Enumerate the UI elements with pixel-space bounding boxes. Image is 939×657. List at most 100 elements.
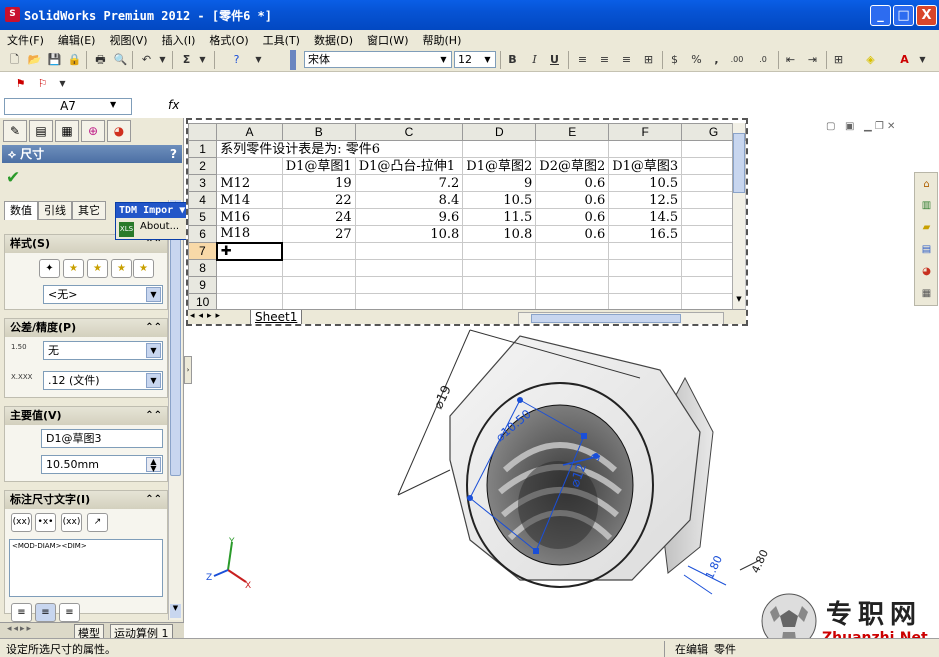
autosum-dropdown-icon[interactable]: ▼ [194, 51, 211, 68]
scroll-thumb[interactable] [531, 314, 681, 323]
cell[interactable] [354, 259, 464, 277]
tab-leaders[interactable]: 引线 [38, 201, 72, 220]
menu-format[interactable]: 格式(O) [202, 30, 255, 48]
cell[interactable] [216, 157, 283, 175]
cell[interactable] [608, 140, 683, 158]
cell[interactable] [354, 293, 464, 311]
feature-manager-tab-icon[interactable]: ✎ [3, 120, 27, 142]
fill-color-icon[interactable]: ◈ [862, 51, 879, 68]
restore-icon[interactable]: ▢ [826, 121, 835, 132]
appearance-icon[interactable]: ◕ [918, 263, 935, 280]
collapse-icon[interactable]: ⌃⌃ [145, 491, 162, 509]
tolerance-section-header[interactable]: 公差/精度(P) ⌃⌃ [5, 319, 167, 337]
cell[interactable] [281, 293, 356, 311]
style-combo[interactable]: <无> ▼ [43, 285, 163, 304]
add-style-icon[interactable]: ★ [63, 259, 84, 278]
cell[interactable] [535, 242, 610, 260]
chart-wizard-icon[interactable]: ⚑ [12, 75, 29, 92]
cell[interactable]: D1@草图1 [281, 157, 356, 175]
home-icon[interactable]: ⌂ [918, 176, 935, 193]
map-icon[interactable]: ⚐ [34, 75, 51, 92]
menu-data[interactable]: 数据(D) [307, 30, 360, 48]
display-manager-tab-icon[interactable]: ◕ [107, 120, 131, 142]
apply-style-icon[interactable]: ✦ [39, 259, 60, 278]
font-name-combo[interactable]: 宋体 ▼ [304, 51, 452, 68]
bold-button[interactable]: B [504, 51, 521, 68]
cell[interactable]: 8.4 [354, 191, 464, 209]
row-header[interactable]: 9 [188, 276, 218, 294]
cell[interactable] [608, 276, 683, 294]
cell[interactable] [281, 259, 356, 277]
cell[interactable]: 12.5 [608, 191, 683, 209]
maximize-button[interactable]: □ [893, 5, 914, 26]
column-header[interactable]: A [216, 123, 283, 141]
cell[interactable]: D2@草图2 [535, 157, 610, 175]
column-header[interactable]: B [281, 123, 356, 141]
permission-icon[interactable]: 🔒 [66, 51, 83, 68]
property-manager-tab-icon[interactable]: ▤ [29, 120, 53, 142]
menu-window[interactable]: 窗口(W) [360, 30, 415, 48]
row-header[interactable]: 8 [188, 259, 218, 277]
scroll-down-icon[interactable]: ▼ [170, 604, 181, 618]
cell[interactable] [535, 293, 610, 311]
cell[interactable]: 0.6 [535, 174, 610, 192]
column-header[interactable]: D [462, 123, 537, 141]
tab-other[interactable]: 其它 [72, 201, 106, 220]
cell[interactable] [462, 276, 537, 294]
menu-help[interactable]: 帮助(H) [416, 30, 469, 48]
row-header[interactable]: 4 [188, 191, 218, 209]
hex-nut-model[interactable] [449, 335, 714, 588]
delete-style-icon[interactable]: ★ [87, 259, 108, 278]
cell[interactable] [608, 259, 683, 277]
cell[interactable] [535, 259, 610, 277]
cell[interactable] [281, 276, 356, 294]
toolbar2-options-icon[interactable]: ▼ [54, 75, 71, 92]
save-style-icon[interactable]: ★ [111, 259, 132, 278]
precision-combo[interactable]: .12 (文件) ▼ [43, 371, 163, 390]
spin-button[interactable]: ▲ ▼ [146, 457, 161, 473]
property-manager-scrollbar[interactable]: ▲ ▼ [168, 200, 182, 620]
dim-label-diameter-19[interactable]: ⌀19 [431, 383, 455, 411]
file-explorer-icon[interactable]: ▰ [918, 219, 935, 236]
minimize-button[interactable]: _ [870, 5, 891, 26]
menu-insert[interactable]: 插入(I) [155, 30, 203, 48]
row-header[interactable]: 1 [188, 140, 218, 158]
cell[interactable]: 10.5 [608, 174, 683, 192]
view-palette-icon[interactable]: ▤ [918, 241, 935, 258]
sheet-tab[interactable]: Sheet1 [250, 310, 303, 324]
cell[interactable]: 27 [281, 225, 356, 243]
row-header[interactable]: 6 [188, 225, 218, 243]
dimxpert-tab-icon[interactable]: ⊕ [81, 120, 105, 142]
align-left-icon[interactable]: ≡ [11, 603, 32, 622]
cell[interactable]: 7.2 [354, 174, 464, 192]
minimize-icon[interactable]: ▁ [864, 121, 872, 132]
close-icon[interactable]: ✕ [887, 121, 895, 132]
percent-button[interactable]: % [688, 51, 705, 68]
dimension-text-area[interactable]: <MOD-DIAM><DIM> [9, 539, 163, 597]
tile-icon[interactable]: ▣ [845, 121, 854, 132]
excel-icon[interactable]: XLS [119, 222, 134, 237]
save-icon[interactable]: 💾 [46, 51, 63, 68]
underline-button[interactable]: U [546, 51, 563, 68]
row-header[interactable]: 10 [188, 293, 218, 311]
menu-file[interactable]: 文件(F) [0, 30, 51, 48]
about-menu-item[interactable]: About... [140, 221, 179, 232]
tab-nav-icon[interactable]: ◂◂▸▸ [4, 624, 36, 634]
merge-center-icon[interactable]: ⊞ [640, 51, 657, 68]
dim-label-1-80[interactable]: 1.80 [703, 554, 725, 582]
align-center-icon[interactable]: ≡ [35, 603, 56, 622]
autosum-button[interactable]: Σ [178, 51, 195, 68]
inspection-button[interactable]: (xx) [61, 513, 82, 532]
ok-check-icon[interactable]: ✔ [6, 168, 20, 188]
cell[interactable]: M12 [216, 174, 283, 192]
dimension-text-section-header[interactable]: 标注尺寸文字(I) ⌃⌃ [5, 491, 167, 509]
cell[interactable]: 24 [281, 208, 356, 226]
cell[interactable] [354, 242, 464, 260]
print-icon[interactable]: 🖶 [92, 51, 109, 68]
cell[interactable]: 9 [462, 174, 537, 192]
dimension-value-field[interactable]: 10.50mm ▲ ▼ [41, 455, 163, 474]
increase-indent-icon[interactable]: ⇥ [804, 51, 821, 68]
decrease-decimal-button[interactable]: .0 [752, 51, 774, 68]
column-header[interactable]: C [354, 123, 464, 141]
cell[interactable]: D1@草图3 [608, 157, 683, 175]
